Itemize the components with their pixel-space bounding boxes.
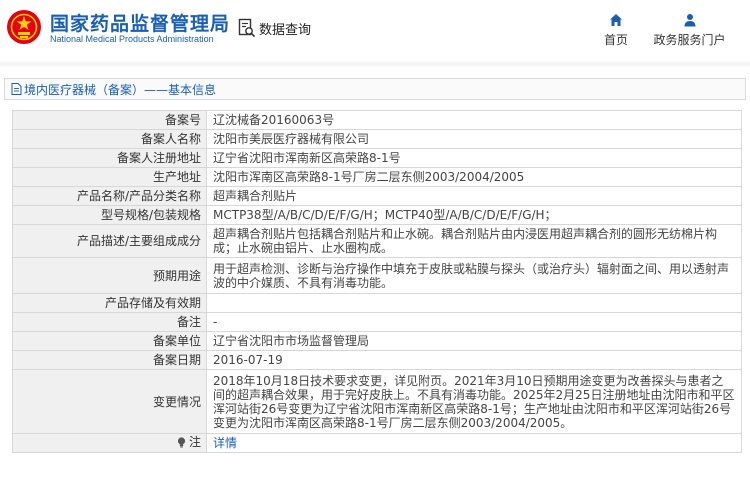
note-label: 注: [177, 435, 201, 449]
row-label: 预期用途: [12, 257, 207, 294]
row-value: 2016-07-19: [206, 350, 742, 370]
table-row: 型号规格/包装规格 MCTP38型/A/B/C/D/E/F/G/H；MCTP40…: [12, 205, 742, 225]
table-row: 备案人名称 沈阳市美辰医疗器械有限公司: [12, 129, 742, 149]
table-row: 备注 -: [12, 312, 742, 332]
row-label: 产品存储及有效期: [12, 293, 207, 313]
row-label: 备案日期: [12, 350, 207, 370]
row-value: 辽宁省沈阳市市场监督管理局: [206, 331, 742, 351]
nav-home[interactable]: 首页: [600, 13, 632, 48]
row-value: [206, 293, 742, 313]
document-icon: [11, 83, 22, 95]
table-row: 产品描述/主要组成成分 超声耦合剂贴片包括耦合剂贴片和止水碗。耦合剂贴片由内浸医…: [12, 224, 742, 258]
note-label-cell: 注: [12, 433, 207, 453]
data-query-link[interactable]: 数据查询: [238, 18, 311, 38]
row-value: 超声耦合剂贴片: [206, 186, 742, 206]
row-label: 产品名称/产品分类名称: [12, 186, 207, 206]
table-row: 生产地址 沈阳市浑南区高荣路8-1号厂房二层东侧2003/2004/2005: [12, 167, 742, 187]
org-name-en: National Medical Products Administration: [50, 34, 214, 44]
nav-home-label: 首页: [603, 33, 628, 47]
row-value: 用于超声检测、诊断与治疗操作中填充于皮肤或粘膜与探头（或治疗头）辐射面之间、用以…: [206, 257, 742, 294]
row-value: 辽宁省沈阳市浑南新区高荣路8-1号: [206, 148, 742, 168]
row-value: 沈阳市美辰医疗器械有限公司: [206, 129, 742, 149]
lightbulb-icon: [177, 437, 186, 448]
nav-gov-services[interactable]: 政务服务门户: [652, 13, 727, 48]
row-value: MCTP38型/A/B/C/D/E/F/G/H；MCTP40型/A/B/C/D/…: [206, 205, 742, 225]
note-value-cell: 详情: [206, 433, 742, 453]
row-value: 沈阳市浑南区高荣路8-1号厂房二层东侧2003/2004/2005: [206, 167, 742, 187]
org-name-cn: 国家药品监督管理局: [50, 13, 231, 35]
row-label: 型号规格/包装规格: [12, 205, 207, 225]
row-value: 2018年10月18日技术要求变更，详见附页。2021年3月10日预期用途变更为…: [206, 369, 742, 434]
home-icon: [610, 14, 622, 26]
table-row: 备案单位 辽宁省沈阳市市场监督管理局: [12, 331, 742, 351]
site-header: 国家药品监督管理局 National Medical Products Admi…: [0, 0, 750, 68]
user-icon: [684, 14, 695, 27]
national-emblem-logo-icon[interactable]: [6, 9, 42, 45]
row-label: 产品描述/主要组成成分: [12, 224, 207, 258]
row-label: 备案号: [12, 110, 207, 130]
breadcrumb: 境内医疗器械（备案）——基本信息: [4, 78, 746, 100]
header-divider: [0, 62, 750, 66]
row-label: 备案单位: [12, 331, 207, 351]
row-label: 变更情况: [12, 369, 207, 434]
table-row: 变更情况 2018年10月18日技术要求变更，详见附页。2021年3月10日预期…: [12, 369, 742, 434]
row-value: 辽沈械备20160063号: [206, 110, 742, 130]
note-label-text: 注: [188, 435, 201, 450]
table-row: 注 详情: [12, 433, 742, 453]
row-label: 备注: [12, 312, 207, 332]
table-row: 预期用途 用于超声检测、诊断与治疗操作中填充于皮肤或粘膜与探头（或治疗头）辐射面…: [12, 257, 742, 294]
row-value: 超声耦合剂贴片包括耦合剂贴片和止水碗。耦合剂贴片由内浸医用超声耦合剂的圆形无纺棉…: [206, 224, 742, 258]
table-row: 产品存储及有效期: [12, 293, 742, 313]
row-value: -: [206, 312, 742, 332]
detail-link[interactable]: 详情: [213, 436, 237, 450]
record-info-table: 备案号 辽沈械备20160063号 备案人名称 沈阳市美辰医疗器械有限公司 备案…: [12, 110, 742, 453]
data-query-label: 数据查询: [259, 22, 312, 38]
row-label: 备案人名称: [12, 129, 207, 149]
table-row: 产品名称/产品分类名称 超声耦合剂贴片: [12, 186, 742, 206]
table-row: 备案人注册地址 辽宁省沈阳市浑南新区高荣路8-1号: [12, 148, 742, 168]
row-label: 备案人注册地址: [12, 148, 207, 168]
table-row: 备案号 辽沈械备20160063号: [12, 110, 742, 130]
nav-gov-services-label: 政务服务门户: [653, 33, 726, 47]
row-label: 生产地址: [12, 167, 207, 187]
data-query-icon: [238, 18, 256, 38]
breadcrumb-text: 境内医疗器械（备案）——基本信息: [24, 82, 217, 97]
table-row: 备案日期 2016-07-19: [12, 350, 742, 370]
